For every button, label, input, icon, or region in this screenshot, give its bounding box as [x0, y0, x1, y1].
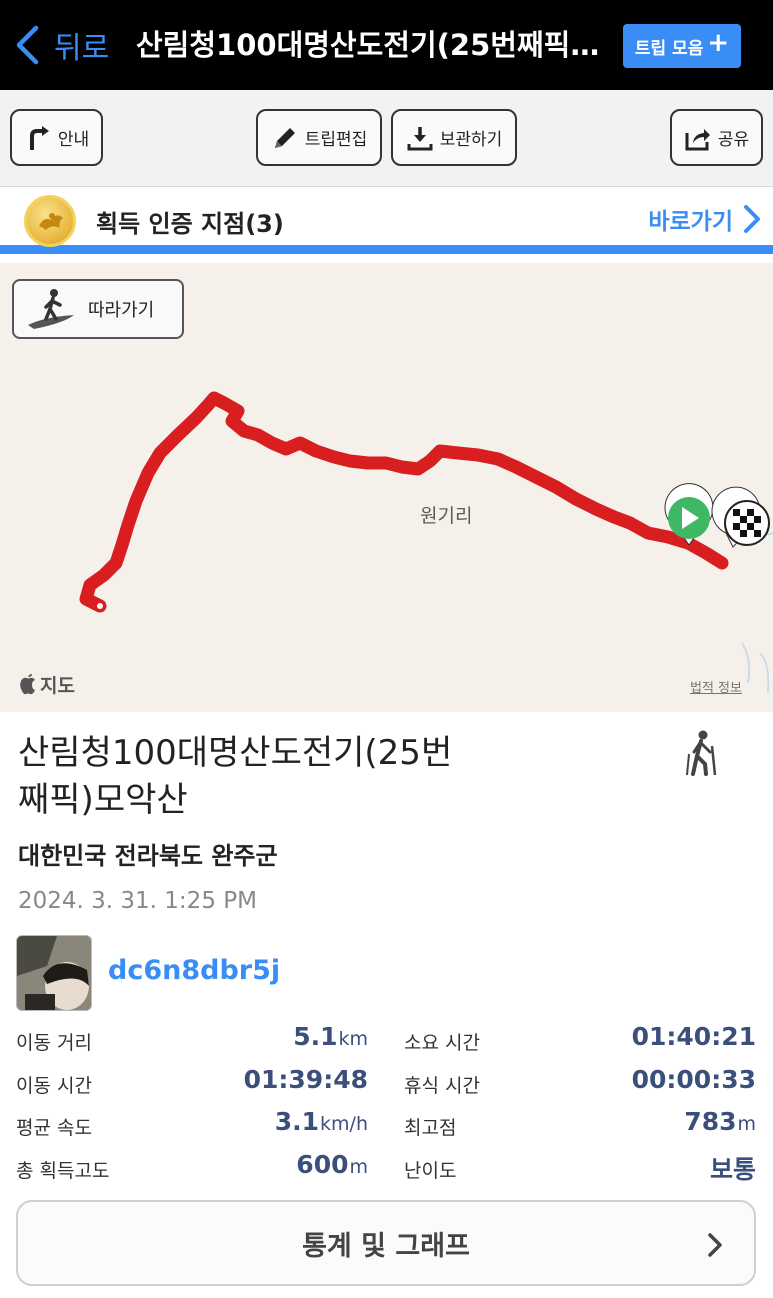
total-ascent-unit: m: [349, 1156, 368, 1178]
page-title: 산림청100대명산도전기(25번째픽)모악산: [136, 28, 606, 62]
go-to-certification-link[interactable]: 바로가기: [648, 202, 761, 236]
stat-rest-time-label: 휴식 시간: [404, 1075, 480, 1097]
pencil-icon: [274, 127, 295, 148]
back-label: 뒤로: [54, 31, 110, 66]
apple-logo-icon: [20, 673, 35, 694]
save-trip-button[interactable]: 보관하기: [391, 109, 517, 166]
total-ascent-number: 600: [296, 1150, 349, 1179]
download-icon: [407, 126, 433, 150]
stat-difficulty-label: 난이도: [404, 1160, 457, 1182]
map-brand: 지도: [18, 671, 75, 698]
follow-button[interactable]: 따라가기: [12, 279, 184, 339]
finish-marker-icon: [711, 486, 770, 548]
hiker-icon: [686, 730, 717, 776]
turn-arrow-icon: [29, 125, 49, 150]
certification-title: 획득 인증 지점(3): [96, 210, 284, 238]
trip-collection-button[interactable]: 트립 모음 +: [623, 24, 741, 68]
route-line: [79, 391, 729, 613]
guide-button[interactable]: 안내: [10, 109, 103, 166]
trip-title: 산림청100대명산도전기(25번째픽)모악산: [18, 733, 453, 820]
stat-total-ascent-label: 총 획득고도: [16, 1160, 110, 1182]
distance-number: 5.1: [293, 1022, 338, 1051]
username-link[interactable]: dc6n8dbr5j: [108, 955, 280, 986]
save-trip-label: 보관하기: [439, 130, 503, 150]
chevron-right-icon: [744, 205, 760, 233]
stat-total-time-value: 01:40:21: [631, 1022, 756, 1051]
back-button[interactable]: 뒤로: [14, 22, 109, 68]
guide-label: 안내: [57, 130, 90, 150]
stats-graph-button[interactable]: 통계 및 그래프: [16, 1200, 756, 1286]
trip-datetime: 2024. 3. 31. 1:25 PM: [18, 888, 257, 914]
chevron-left-icon: [16, 25, 39, 65]
stat-distance-value: 5.1km: [293, 1022, 368, 1051]
avatar-image: [17, 936, 91, 1010]
avg-speed-unit: km/h: [320, 1113, 368, 1135]
trip-region: 대한민국 전라북도 완주군: [18, 842, 278, 870]
share-label: 공유: [717, 130, 750, 150]
stat-rest-time-value: 00:00:33: [631, 1065, 756, 1094]
avg-speed-number: 3.1: [274, 1107, 320, 1136]
legal-info-link[interactable]: 법적 정보: [690, 677, 742, 696]
map-brand-label: 지도: [40, 675, 75, 697]
stat-difficulty-value: 보통: [709, 1155, 756, 1184]
stat-avg-speed-value: 3.1km/h: [275, 1107, 368, 1136]
edit-trip-label: 트립편집: [304, 130, 368, 150]
medal-icon: [24, 195, 76, 247]
plus-icon: +: [707, 28, 730, 58]
go-label: 바로가기: [648, 209, 733, 235]
certification-bar[interactable]: 획득 인증 지점(3) 바로가기: [0, 188, 773, 254]
stat-total-ascent-value: 600m: [296, 1150, 368, 1179]
max-elevation-unit: m: [737, 1113, 756, 1135]
stat-max-elevation-label: 최고점: [404, 1117, 457, 1139]
chevron-right-icon: [708, 1233, 722, 1257]
max-elevation-number: 783: [684, 1107, 737, 1136]
stat-max-elevation-value: 783m: [684, 1107, 756, 1136]
stats-graph-label: 통계 및 그래프: [302, 1230, 470, 1262]
avatar[interactable]: [16, 935, 92, 1011]
follow-hiker-icon: [28, 289, 74, 329]
stat-distance-label: 이동 거리: [16, 1032, 92, 1054]
toolbar: 안내 트립편집 보관하기 공유: [0, 90, 773, 187]
follow-label: 따라가기: [88, 300, 155, 321]
map-place-label: 원기리: [420, 505, 473, 527]
trip-collection-label: 트립 모음: [634, 38, 704, 59]
edit-trip-button[interactable]: 트립편집: [256, 109, 382, 166]
stat-avg-speed-label: 평균 속도: [16, 1117, 92, 1139]
share-icon: [685, 128, 710, 150]
stat-moving-time-label: 이동 시간: [16, 1075, 92, 1097]
route-map[interactable]: 따라가기 원기리 지도 법적 정보: [0, 263, 773, 712]
navigation-bar: 뒤로 산림청100대명산도전기(25번째픽)모악산 트립 모음 +: [0, 0, 773, 90]
stat-total-time-label: 소요 시간: [404, 1032, 480, 1054]
share-button[interactable]: 공유: [670, 109, 763, 166]
distance-unit: km: [338, 1028, 368, 1050]
stat-moving-time-value: 01:39:48: [243, 1065, 368, 1094]
